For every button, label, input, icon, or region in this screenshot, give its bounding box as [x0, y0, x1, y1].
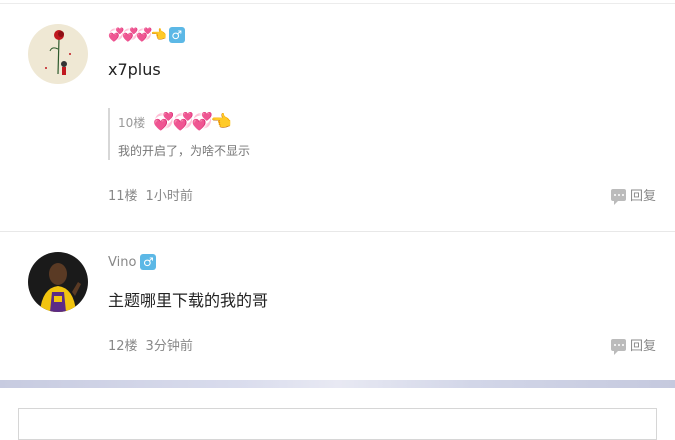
timestamp: 1小时前: [145, 189, 193, 204]
avatar[interactable]: [28, 252, 88, 312]
male-icon: ♂: [140, 254, 157, 270]
quote-author[interactable]: 💞💞💞👈: [153, 112, 232, 132]
username-label[interactable]: Vino: [108, 255, 136, 270]
username-emoji[interactable]: 💞💞💞👈: [108, 28, 167, 43]
comment-meta: 11楼 1小时前: [108, 185, 201, 204]
reply-button[interactable]: 回复: [610, 185, 656, 205]
section-divider: [0, 380, 675, 388]
reply-label: 回复: [629, 339, 656, 354]
comment-item: 💞💞💞👈 ♂ x7plus 10楼 💞💞💞👈 我的开启了，为啥不显示 11楼 1小…: [0, 4, 675, 232]
timestamp: 3分钟前: [145, 339, 193, 354]
reply-label: 回复: [629, 189, 656, 204]
username[interactable]: 💞💞💞👈 ♂: [108, 27, 185, 43]
comment-bubble-icon: [610, 338, 626, 355]
comment-meta: 12楼 3分钟前: [108, 335, 201, 354]
comment-item: Vino ♂ 主题哪里下载的我的哥 12楼 3分钟前 回复: [0, 232, 675, 380]
username[interactable]: Vino ♂: [108, 254, 157, 270]
avatar[interactable]: [28, 24, 88, 84]
quote-text: 我的开启了，为啥不显示: [118, 144, 251, 158]
quoted-reply: 10楼 💞💞💞👈 我的开启了，为啥不显示: [108, 108, 250, 160]
reply-button[interactable]: 回复: [610, 335, 656, 355]
reply-input[interactable]: [18, 408, 657, 440]
comment-bubble-icon: [610, 188, 626, 205]
quote-floor: 10楼: [118, 115, 146, 130]
male-icon: ♂: [168, 27, 185, 43]
comment-text: 主题哪里下载的我的哥: [108, 291, 269, 310]
floor-number: 11楼: [108, 189, 138, 204]
comment-text: x7plus: [108, 60, 161, 79]
floor-number: 12楼: [108, 339, 138, 354]
